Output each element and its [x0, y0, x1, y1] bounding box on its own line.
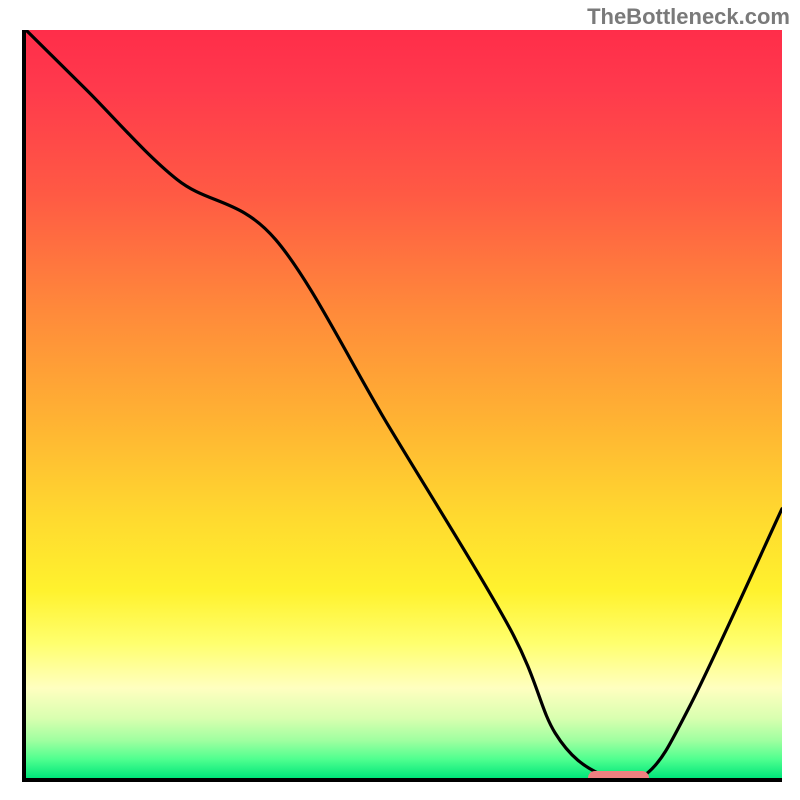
plot-area — [22, 30, 782, 782]
curve-line — [26, 30, 782, 778]
chart-container: TheBottleneck.com — [0, 0, 800, 800]
optimal-marker — [588, 771, 649, 782]
attribution-label: TheBottleneck.com — [587, 4, 790, 30]
